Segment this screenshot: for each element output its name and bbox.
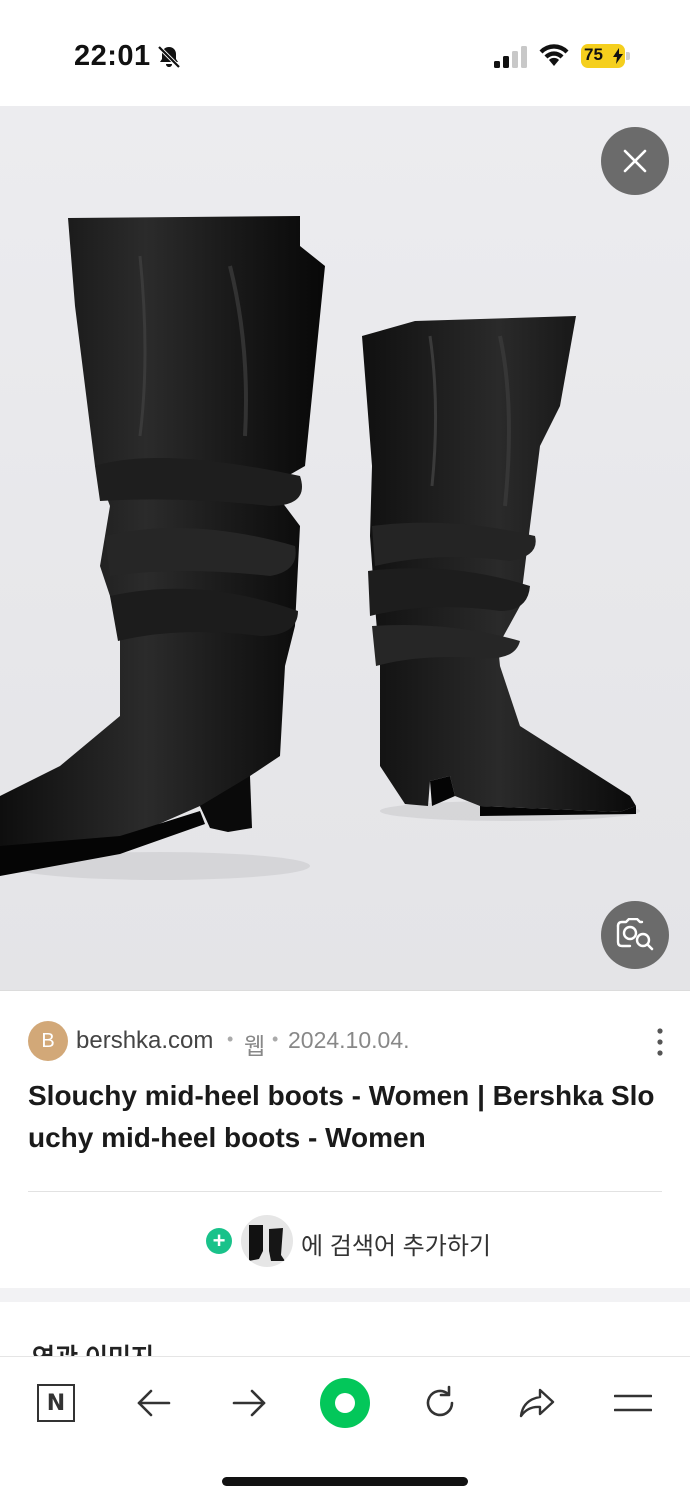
source-domain[interactable]: bershka.com — [76, 1027, 213, 1055]
divider — [28, 1191, 662, 1192]
green-dot-icon — [320, 1378, 370, 1428]
source-date: 2024.10.04. — [288, 1027, 410, 1053]
boots-product-image — [0, 216, 640, 880]
section-gap — [0, 1288, 690, 1302]
image-search-icon — [616, 918, 654, 951]
bottom-toolbar: N — [0, 1356, 690, 1500]
image-search-button[interactable] — [601, 901, 669, 969]
image-viewer[interactable] — [0, 106, 690, 990]
boots-thumbnail — [241, 1215, 293, 1267]
separator-dot: • — [272, 1029, 279, 1049]
menu-icon — [614, 1394, 652, 1412]
add-search-term-button[interactable]: + 에 검색어 추가하기 — [0, 1213, 690, 1269]
source-row[interactable]: B bershka.com • 웹 • 2024.10.04. — [28, 1021, 668, 1061]
forward-arrow-icon — [232, 1389, 266, 1417]
naver-home-button[interactable]: N — [28, 1375, 84, 1431]
back-button[interactable] — [126, 1375, 182, 1431]
battery-charging-icon: 75 — [581, 44, 630, 68]
more-vertical-icon[interactable] — [652, 1027, 668, 1057]
plus-icon: + — [206, 1228, 232, 1254]
wifi-icon — [539, 44, 569, 66]
related-images-section: 연관 이미지 — [0, 1302, 690, 1356]
home-indicator[interactable] — [222, 1477, 468, 1486]
status-time: 22:01 — [74, 40, 151, 72]
close-icon — [623, 149, 647, 173]
naver-home-icon: N — [37, 1384, 75, 1422]
bell-slash-icon — [157, 45, 181, 69]
cellular-signal-icon — [494, 46, 527, 68]
green-dot-button[interactable] — [317, 1375, 373, 1431]
close-button[interactable] — [601, 127, 669, 195]
refresh-icon — [426, 1385, 454, 1417]
back-arrow-icon — [137, 1389, 171, 1417]
result-card: B bershka.com • 웹 • 2024.10.04. Slouchy … — [0, 990, 690, 1288]
share-button[interactable] — [509, 1375, 565, 1431]
related-images-title: 연관 이미지 — [32, 1338, 154, 1356]
refresh-button[interactable] — [412, 1375, 468, 1431]
separator-dot: • — [227, 1029, 234, 1049]
menu-button[interactable] — [605, 1375, 661, 1431]
status-bar: 22:01 75 — [0, 0, 690, 106]
share-icon — [519, 1388, 555, 1418]
result-title-link[interactable]: Slouchy mid-heel boots - Women | Bershka… — [28, 1075, 668, 1159]
forward-button[interactable] — [221, 1375, 277, 1431]
battery-level: 75 — [584, 45, 603, 64]
add-search-term-label: 에 검색어 추가하기 — [301, 1233, 491, 1260]
source-favicon: B — [28, 1021, 68, 1061]
source-type: 웹 — [244, 1033, 266, 1059]
